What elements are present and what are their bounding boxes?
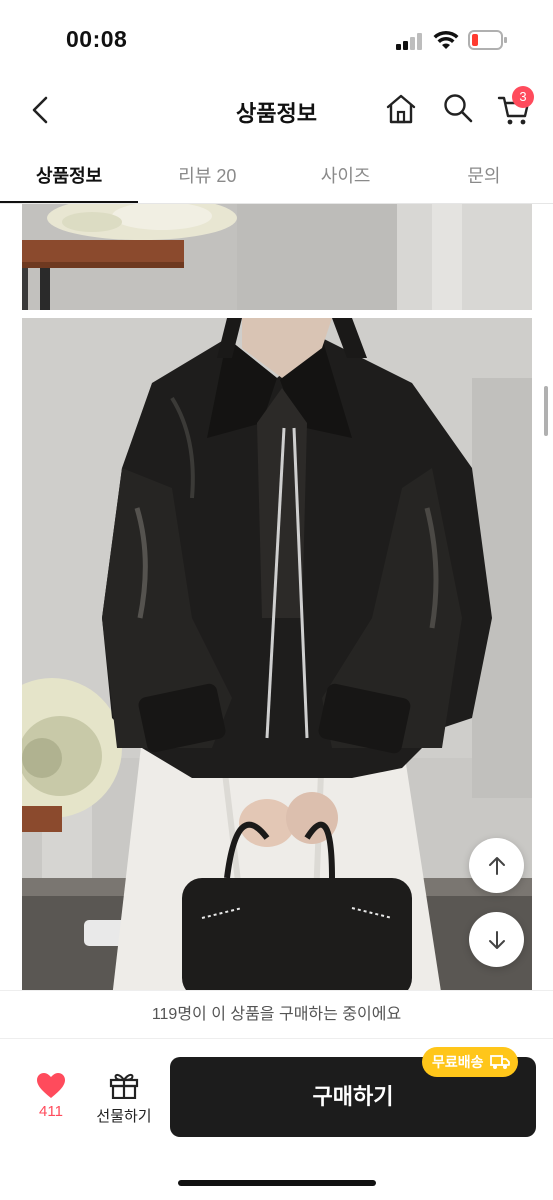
scroll-to-top-button[interactable] [469,838,524,893]
cart-count-badge: 3 [512,86,534,108]
arrow-down-icon [488,930,505,949]
cellular-signal-icon [396,32,424,50]
tab-inquiry[interactable]: 문의 [415,148,553,204]
truck-icon [489,1055,510,1069]
battery-low-icon [468,30,507,50]
app-header: 상품정보 [0,80,553,140]
tab-product-info[interactable]: 상품정보 [0,148,139,204]
scroll-to-bottom-button[interactable] [469,912,524,967]
heart-icon [37,1073,65,1098]
product-photo-top [22,204,532,310]
tab-size[interactable]: 사이즈 [277,148,415,204]
home-icon[interactable] [384,92,418,126]
status-bar: 00:08 [0,0,553,80]
gift-icon [109,1073,139,1099]
like-count: 411 [39,1103,63,1120]
gift-button[interactable]: 선물하기 [88,1071,160,1135]
home-indicator [178,1180,376,1186]
purchasing-now-notice: 119명이 이 상품을 구매하는 중이에요 [0,990,553,1038]
product-photo-jacket [22,318,532,990]
search-icon[interactable] [442,92,474,124]
gift-label: 선물하기 [96,1108,152,1125]
free-shipping-badge: 무료배송 [422,1047,518,1077]
status-time: 00:08 [66,26,128,52]
scrollbar[interactable] [544,386,548,436]
tab-reviews[interactable]: 리뷰 20 [138,148,276,204]
like-button[interactable]: 411 [28,1073,74,1133]
wifi-icon [433,30,459,49]
chevron-left-icon[interactable] [24,90,60,130]
arrow-up-icon [488,856,505,875]
product-detail-screen: 00:08 상품정보 3 상품정보 리뷰 20 사이즈 문의 119명이 이 상… [0,0,553,1200]
free-shipping-label: 무료배송 [432,1054,484,1070]
product-tabs: 상품정보 리뷰 20 사이즈 문의 [0,148,553,204]
